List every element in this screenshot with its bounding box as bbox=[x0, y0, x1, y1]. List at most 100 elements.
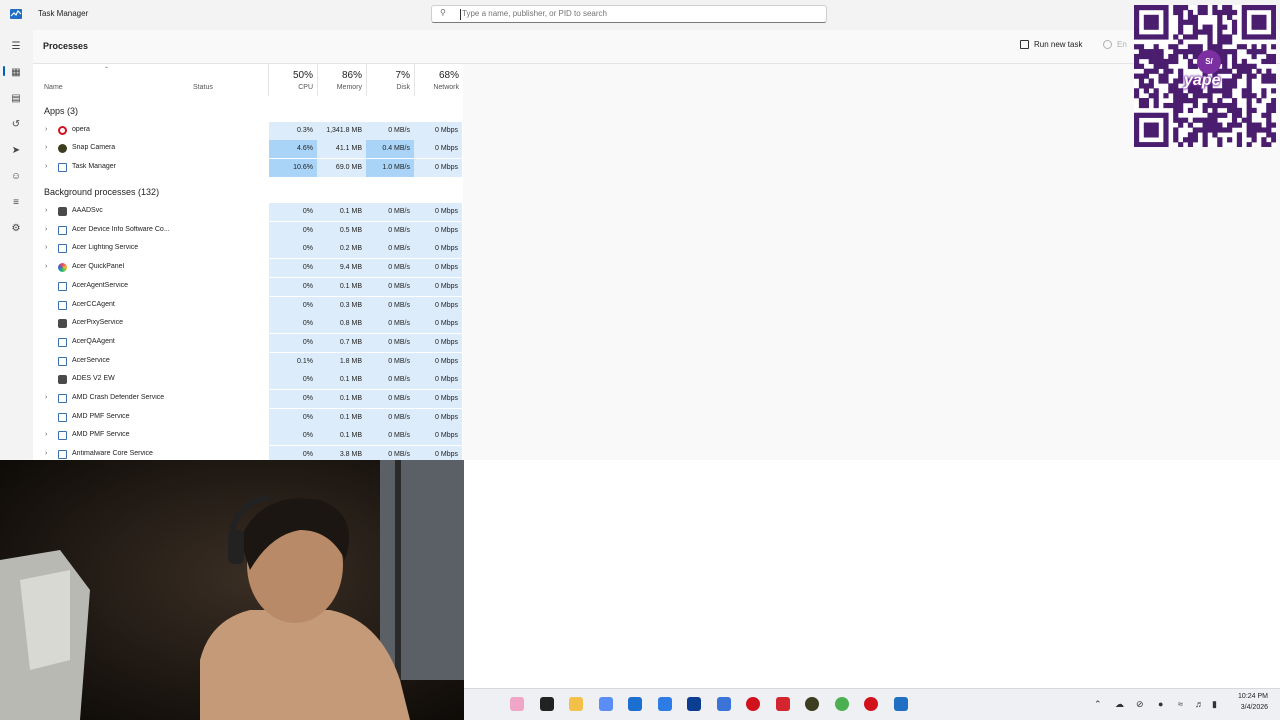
process-name: Acer Lighting Service bbox=[72, 244, 139, 251]
table-row[interactable]: › Acer QuickPanel 0% 9.4 MB 0 MB/s 0 Mbps bbox=[33, 259, 463, 277]
column-header-network[interactable]: Network bbox=[415, 84, 459, 91]
services-icon[interactable]: ⚙ bbox=[9, 222, 23, 236]
table-row[interactable]: AcerService 0.1% 1.8 MB 0 MB/s 0 Mbps bbox=[33, 353, 463, 371]
chevron-right-icon[interactable]: › bbox=[45, 450, 47, 457]
disk-value: 0 MB/s bbox=[366, 427, 414, 445]
process-name: Task Manager bbox=[72, 163, 116, 170]
app-row[interactable]: › Task Manager 10.6% 69.0 MB 1.0 MB/s 0 Mbps bbox=[33, 159, 463, 177]
table-row[interactable]: AcerPixyService 0% 0.8 MB 0 MB/s 0 Mbps bbox=[33, 315, 463, 333]
net-value: 0 Mbps bbox=[414, 122, 462, 140]
network-off-icon[interactable]: ⊘ bbox=[1136, 699, 1144, 710]
chevron-right-icon[interactable]: › bbox=[45, 226, 47, 233]
chevron-right-icon[interactable]: › bbox=[45, 263, 47, 270]
cpu-value: 0% bbox=[269, 371, 317, 389]
chevron-right-icon[interactable]: › bbox=[45, 244, 47, 251]
task-manager-icon[interactable] bbox=[894, 697, 908, 711]
widgets-icon[interactable] bbox=[510, 697, 524, 711]
table-row[interactable]: › Acer Lighting Service 0% 0.2 MB 0 MB/s 0 Mb… bbox=[33, 240, 463, 258]
table-row[interactable]: › AAADSvc 0% 0.1 MB 0 MB/s 0 Mbps bbox=[33, 203, 463, 221]
powershell-icon[interactable] bbox=[687, 697, 701, 711]
group-header-background: Background processes (132) bbox=[44, 187, 160, 197]
chevron-right-icon[interactable]: › bbox=[45, 207, 47, 214]
dropbox-icon[interactable] bbox=[658, 697, 672, 711]
net-value: 0 Mbps bbox=[414, 409, 462, 427]
table-row[interactable]: AcerQAAgent 0% 0.7 MB 0 MB/s 0 Mbps bbox=[33, 334, 463, 352]
search-input[interactable] bbox=[462, 9, 802, 18]
app-history-icon[interactable]: ↺ bbox=[9, 118, 23, 132]
network-total: 68% bbox=[438, 70, 459, 81]
cpu-value: 0% bbox=[269, 409, 317, 427]
startup-apps-icon[interactable]: ➤ bbox=[9, 144, 23, 158]
column-header-disk[interactable]: Disk bbox=[367, 84, 410, 91]
table-row[interactable]: AcerCCAgent 0% 0.3 MB 0 MB/s 0 Mbps bbox=[33, 297, 463, 315]
chevron-right-icon[interactable]: › bbox=[45, 163, 47, 170]
task-manager-logo-icon bbox=[10, 7, 22, 19]
end-task-button[interactable]: En bbox=[1103, 40, 1127, 49]
quickpanel-icon bbox=[58, 263, 67, 272]
end-task-icon bbox=[1103, 40, 1112, 49]
store-icon[interactable] bbox=[628, 697, 642, 711]
details-icon[interactable]: ≡ bbox=[9, 196, 23, 210]
app-row[interactable]: › Snap Camera 4.6% 41.1 MB 0.4 MB/s 0 Mbps bbox=[33, 140, 463, 158]
microphone-icon[interactable]: ● bbox=[1158, 699, 1163, 709]
process-name: AcerService bbox=[72, 357, 110, 364]
window-title: Task Manager bbox=[38, 9, 89, 18]
table-row[interactable]: ADES V2 EW 0% 0.1 MB 0 MB/s 0 Mbps bbox=[33, 371, 463, 389]
onedrive-icon[interactable]: ☁ bbox=[1115, 699, 1124, 710]
net-value: 0 Mbps bbox=[414, 140, 462, 158]
copilot-icon[interactable] bbox=[599, 697, 613, 711]
chevron-right-icon[interactable]: › bbox=[45, 394, 47, 401]
record-icon[interactable] bbox=[864, 697, 878, 711]
process-name: AcerCCAgent bbox=[72, 301, 115, 308]
opera-icon[interactable] bbox=[746, 697, 760, 711]
chevron-right-icon[interactable]: › bbox=[45, 144, 47, 151]
chevron-right-icon[interactable]: › bbox=[45, 126, 47, 133]
net-value: 0 Mbps bbox=[414, 222, 462, 240]
disk-value: 0.4 MB/s bbox=[366, 140, 414, 158]
run-new-task-button[interactable]: Run new task bbox=[1020, 40, 1082, 49]
table-row[interactable]: › AMD Crash Defender Service 0% 0.1 MB 0 MB/… bbox=[33, 390, 463, 408]
run-task-icon bbox=[1020, 40, 1029, 49]
table-row[interactable]: › Acer Device Info Software Co... 0% 0.5 MB… bbox=[33, 222, 463, 240]
net-value: 0 Mbps bbox=[414, 427, 462, 445]
column-header-memory[interactable]: Memory bbox=[318, 84, 362, 91]
volume-icon[interactable]: ♬ bbox=[1195, 699, 1204, 709]
folder-icon[interactable] bbox=[569, 697, 583, 711]
users-icon[interactable]: ☺ bbox=[9, 170, 23, 184]
app-row[interactable]: › opera 0.3% 1,341.8 MB 0 MB/s 0 Mbps bbox=[33, 122, 463, 140]
mem-value: 1.8 MB bbox=[317, 353, 366, 371]
file-icon[interactable] bbox=[540, 697, 554, 711]
snap-camera-icon[interactable] bbox=[805, 697, 819, 711]
wps-icon[interactable] bbox=[776, 697, 790, 711]
service-gear-icon bbox=[58, 375, 67, 384]
table-row[interactable]: › AMD PMF Service 0% 0.1 MB 0 MB/s 0 Mbps bbox=[33, 427, 463, 445]
end-task-label: En bbox=[1117, 40, 1127, 49]
menu-icon[interactable]: ☰ bbox=[9, 40, 23, 54]
clock-date[interactable]: 3/4/2026 bbox=[1232, 704, 1268, 711]
performance-icon[interactable]: ▤ bbox=[9, 92, 23, 106]
column-header-status[interactable]: Status bbox=[193, 84, 213, 91]
app-window-icon bbox=[58, 282, 67, 291]
mem-value: 69.0 MB bbox=[317, 159, 366, 177]
app-window-icon bbox=[58, 244, 67, 253]
clock-time[interactable]: 10:24 PM bbox=[1232, 693, 1268, 700]
table-row[interactable]: AcerAgentService 0% 0.1 MB 0 MB/s 0 Mbps bbox=[33, 278, 463, 296]
wifi-icon[interactable]: ≈ bbox=[1178, 699, 1183, 709]
process-name: Acer Device Info Software Co... bbox=[72, 226, 170, 233]
column-header-name[interactable]: Name bbox=[44, 84, 63, 91]
processes-icon[interactable]: ▦ bbox=[9, 66, 23, 80]
mem-value: 0.2 MB bbox=[317, 240, 366, 258]
opera-icon bbox=[58, 126, 67, 135]
browser-icon[interactable] bbox=[717, 697, 731, 711]
chevron-right-icon[interactable]: › bbox=[45, 431, 47, 438]
column-header-cpu[interactable]: CPU bbox=[269, 84, 313, 91]
text-caret bbox=[460, 9, 461, 20]
process-name: ADES V2 EW bbox=[72, 375, 115, 382]
cpu-value: 0% bbox=[269, 427, 317, 445]
chrome-icon[interactable] bbox=[835, 697, 849, 711]
disk-value: 0 MB/s bbox=[366, 203, 414, 221]
battery-icon[interactable]: ▮ bbox=[1212, 699, 1217, 710]
chevron-up-icon[interactable]: ⌃ bbox=[1094, 699, 1102, 710]
table-row[interactable]: AMD PMF Service 0% 0.1 MB 0 MB/s 0 Mbps bbox=[33, 409, 463, 427]
disk-value: 0 MB/s bbox=[366, 371, 414, 389]
